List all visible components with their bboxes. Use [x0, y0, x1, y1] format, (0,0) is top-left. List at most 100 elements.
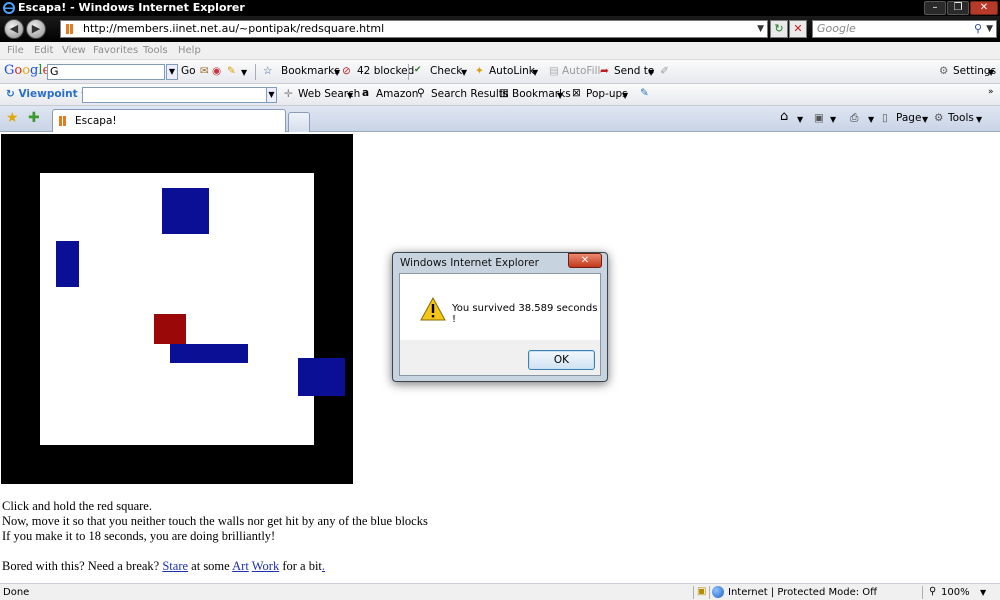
- tab-label: Escapa!: [75, 115, 117, 127]
- bookmarks-star-icon: ☆: [263, 65, 273, 77]
- print-icon[interactable]: ⎙: [850, 112, 858, 125]
- search-input[interactable]: Google ⚲ ▼: [812, 20, 997, 38]
- menu-view[interactable]: View: [62, 45, 86, 56]
- spellcheck-icon: ✔: [414, 65, 422, 75]
- ie-logo-icon: [3, 2, 15, 14]
- feeds-icon[interactable]: ▣: [814, 112, 824, 124]
- footer-prefix: Bored with this? Need a break?: [2, 559, 160, 573]
- viewpoint-input-dropdown-icon[interactable]: ▼: [266, 87, 277, 103]
- dialog-title: Windows Internet Explorer: [400, 257, 539, 269]
- autofill-button[interactable]: AutoFill: [562, 65, 600, 77]
- page-dropdown-icon[interactable]: ▼: [922, 115, 928, 124]
- stare-link[interactable]: Stare: [162, 559, 188, 573]
- viewpoint-brand[interactable]: ↻ Viewpoint ▼: [6, 88, 87, 100]
- menu-favorites[interactable]: Favorites: [93, 45, 138, 56]
- menu-help[interactable]: Help: [178, 45, 201, 56]
- autolink-icon: ✦: [475, 65, 484, 77]
- forward-button[interactable]: ▶: [26, 19, 46, 39]
- pencil-icon[interactable]: ✐: [660, 65, 669, 77]
- tools-menu-button[interactable]: Tools: [948, 112, 974, 124]
- viewpoint-search-input[interactable]: [82, 87, 268, 103]
- status-separator: [709, 586, 710, 599]
- zoom-icon: ⚲: [929, 586, 937, 597]
- refresh-button[interactable]: ↻: [770, 20, 788, 38]
- popup-blocked-count[interactable]: 42 blocked: [357, 65, 414, 77]
- red-square[interactable]: [154, 314, 186, 344]
- zoom-level[interactable]: 100%: [941, 587, 970, 598]
- more-dropdown-icon[interactable]: ▼: [241, 68, 247, 77]
- print-dropdown-icon[interactable]: ▼: [868, 115, 874, 124]
- amazon-icon: a: [362, 87, 370, 99]
- check-dropdown-icon[interactable]: ▼: [461, 68, 467, 77]
- dialog-body: You survived 38.589 seconds ! OK: [399, 273, 601, 376]
- page-favicon-icon: [66, 24, 73, 34]
- search-dropdown-icon[interactable]: ▼: [986, 21, 993, 37]
- amazon-button[interactable]: Amazon: [376, 88, 418, 100]
- new-tab-button[interactable]: [288, 112, 310, 132]
- favorites-star-icon[interactable]: ★: [6, 110, 19, 126]
- back-button[interactable]: ◀: [4, 19, 24, 39]
- tools-dropdown-icon[interactable]: ▼: [976, 115, 982, 124]
- bookmarks-dropdown-icon[interactable]: ▼: [334, 68, 340, 77]
- viewpoint-bookmarks-dropdown-icon[interactable]: ▼: [557, 91, 563, 100]
- settings-dropdown-icon[interactable]: ▼: [988, 68, 994, 77]
- google-logo-letter: G: [4, 63, 15, 78]
- close-window-button[interactable]: ✕: [970, 1, 998, 15]
- menu-file[interactable]: File: [7, 45, 24, 56]
- minimize-button[interactable]: –: [924, 1, 946, 15]
- search-icon[interactable]: ⚲: [974, 21, 982, 37]
- google-logo[interactable]: Google: [4, 63, 50, 78]
- autolink-button[interactable]: AutoLink: [489, 65, 535, 77]
- stop-button[interactable]: ✕: [789, 20, 807, 38]
- google-search-input[interactable]: G: [47, 64, 165, 80]
- trailing-link[interactable]: .: [322, 559, 325, 573]
- autolink-dropdown-icon[interactable]: ▼: [532, 68, 538, 77]
- add-favorites-icon[interactable]: ✚: [28, 110, 40, 126]
- ok-button[interactable]: OK: [528, 350, 595, 370]
- viewpoint-toolbar: ↻ Viewpoint ▼ ▼ ✛ Web Search ▼ a Amazon …: [0, 84, 1000, 106]
- dialog-close-button[interactable]: ✕: [568, 253, 602, 268]
- blue-block: [170, 344, 248, 363]
- window-title: Escapa! - Windows Internet Explorer: [18, 1, 245, 14]
- menu-edit[interactable]: Edit: [34, 45, 53, 56]
- toolbar-overflow-icon[interactable]: »: [988, 87, 994, 97]
- viewpoint-logo-icon: ↻: [6, 88, 15, 100]
- settings-gear-icon: ⚙: [939, 65, 949, 77]
- instruction-line: Now, move it so that you neither touch t…: [2, 514, 428, 528]
- google-go-button[interactable]: Go: [181, 65, 196, 77]
- instructions: Click and hold the red square. Now, move…: [2, 499, 602, 574]
- address-dropdown-icon[interactable]: ▼: [757, 21, 764, 37]
- art-link[interactable]: Art: [232, 559, 249, 573]
- dialog-message-area: You survived 38.589 seconds !: [400, 274, 600, 340]
- address-row: ◀ ▶ http://members.iinet.net.au/~pontipa…: [0, 16, 1000, 42]
- address-field[interactable]: http://members.iinet.net.au/~pontipak/re…: [60, 20, 768, 38]
- work-link[interactable]: Work: [252, 559, 279, 573]
- status-bar: Done ▣ Internet | Protected Mode: Off ⚲ …: [0, 583, 1000, 600]
- home-icon[interactable]: ⌂: [780, 109, 788, 124]
- status-separator: [922, 586, 923, 599]
- feeds-dropdown-icon[interactable]: ▼: [830, 115, 836, 124]
- autofill-icon: ▤: [549, 65, 559, 77]
- footer-suffix: for a bit: [282, 559, 322, 573]
- tab-escapa[interactable]: Escapa!: [52, 109, 286, 133]
- page-menu-button[interactable]: Page: [896, 112, 921, 124]
- security-zone[interactable]: Internet | Protected Mode: Off: [728, 587, 877, 598]
- google-bookmarks-button[interactable]: Bookmarks: [281, 65, 340, 77]
- home-dropdown-icon[interactable]: ▼: [797, 115, 803, 124]
- web-search-dropdown-icon[interactable]: ▼: [347, 91, 353, 100]
- blue-block: [56, 241, 79, 287]
- highlighter-icon[interactable]: ✎: [640, 87, 649, 99]
- maximize-button[interactable]: ❐: [947, 1, 969, 15]
- pagerank-icon[interactable]: ◉: [212, 65, 221, 77]
- google-search-dropdown-icon[interactable]: ▼: [166, 64, 178, 80]
- instruction-line: Click and hold the red square.: [2, 499, 152, 513]
- sendto-dropdown-icon[interactable]: ▼: [648, 68, 654, 77]
- highlight-icon[interactable]: ✎: [227, 65, 236, 77]
- footer-line: Bored with this? Need a break? Stare at …: [2, 559, 602, 574]
- menu-tools[interactable]: Tools: [143, 45, 168, 56]
- popups-dropdown-icon[interactable]: ▼: [622, 91, 628, 100]
- zoom-dropdown-icon[interactable]: ▼: [980, 588, 986, 597]
- search-results-button[interactable]: Search Results: [431, 88, 508, 100]
- news-icon[interactable]: ✉: [200, 65, 209, 77]
- check-button[interactable]: Check: [430, 65, 462, 77]
